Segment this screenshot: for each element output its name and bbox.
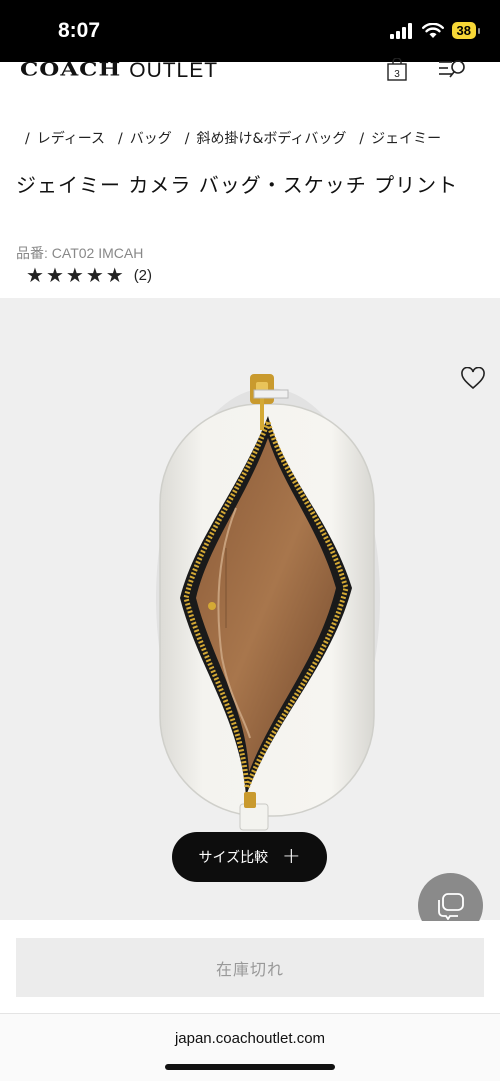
review-count[interactable]: (2) xyxy=(134,267,152,284)
url-text[interactable]: japan.coachoutlet.com xyxy=(0,1030,500,1047)
size-compare-label: サイズ比較 xyxy=(198,850,269,866)
shopping-bag-icon: 3 xyxy=(387,57,407,81)
chat-bubble-icon xyxy=(437,892,464,920)
product-sku: 品番: CAT02 IMCAH xyxy=(16,245,144,261)
menu-search-button[interactable] xyxy=(438,58,468,86)
star-icon: ★ xyxy=(45,263,64,287)
sold-out-button[interactable]: 在庫切れ xyxy=(16,938,484,997)
breadcrumb-item-ladies[interactable]: レディース xyxy=(37,131,105,147)
battery-indicator: 38 xyxy=(451,22,481,39)
star-icon: ★ xyxy=(85,263,104,287)
cart-button[interactable]: 3 xyxy=(386,57,408,86)
breadcrumb-separator: / xyxy=(118,131,123,147)
cellular-signal-icon xyxy=(389,22,412,39)
status-bar: 8:07 38 xyxy=(0,0,500,62)
breadcrumb-item-bags[interactable]: バッグ xyxy=(130,131,172,147)
star-icon: ★ xyxy=(26,263,44,287)
star-icon: ★ xyxy=(105,263,124,287)
wifi-icon xyxy=(421,22,444,38)
star-icon: ★ xyxy=(65,263,84,287)
product-rating[interactable]: ★ ★ ★ ★ ★ (2) xyxy=(26,265,152,285)
menu-search-icon xyxy=(439,60,465,78)
breadcrumb-item-crossbody[interactable]: 斜め掛け&ボディバッグ xyxy=(196,131,346,147)
size-compare-button[interactable]: サイズ比較 + xyxy=(172,832,327,882)
brand-name: COACH xyxy=(20,58,122,81)
home-indicator[interactable] xyxy=(165,1064,335,1070)
plus-icon: + xyxy=(282,844,301,869)
brand-suffix: OUTLET xyxy=(129,59,219,82)
breadcrumb-separator: / xyxy=(25,131,30,147)
status-time: 8:07 xyxy=(58,19,101,42)
brand-logo[interactable]: COACH OUTLET xyxy=(20,56,218,83)
breadcrumb-separator: / xyxy=(359,131,365,147)
breadcrumb-item-jamie[interactable]: ジェイミー xyxy=(371,131,441,147)
wishlist-button[interactable] xyxy=(460,366,486,395)
browser-address-bar[interactable]: japan.coachoutlet.com xyxy=(0,1013,500,1081)
heart-icon xyxy=(461,366,485,390)
breadcrumb-separator: / xyxy=(184,131,190,147)
breadcrumb: / レディース / バッグ / 斜め掛け&ボディバッグ / ジェイミー xyxy=(25,128,454,148)
product-title: ジェイミー カメラ バッグ・スケッチ プリント xyxy=(16,173,459,197)
cart-count: 3 xyxy=(394,69,400,80)
status-icons: 38 xyxy=(389,22,481,39)
product-image-gallery[interactable] xyxy=(0,298,500,920)
product-image xyxy=(156,374,380,831)
site-header: COACH OUTLET 3 xyxy=(0,57,500,92)
